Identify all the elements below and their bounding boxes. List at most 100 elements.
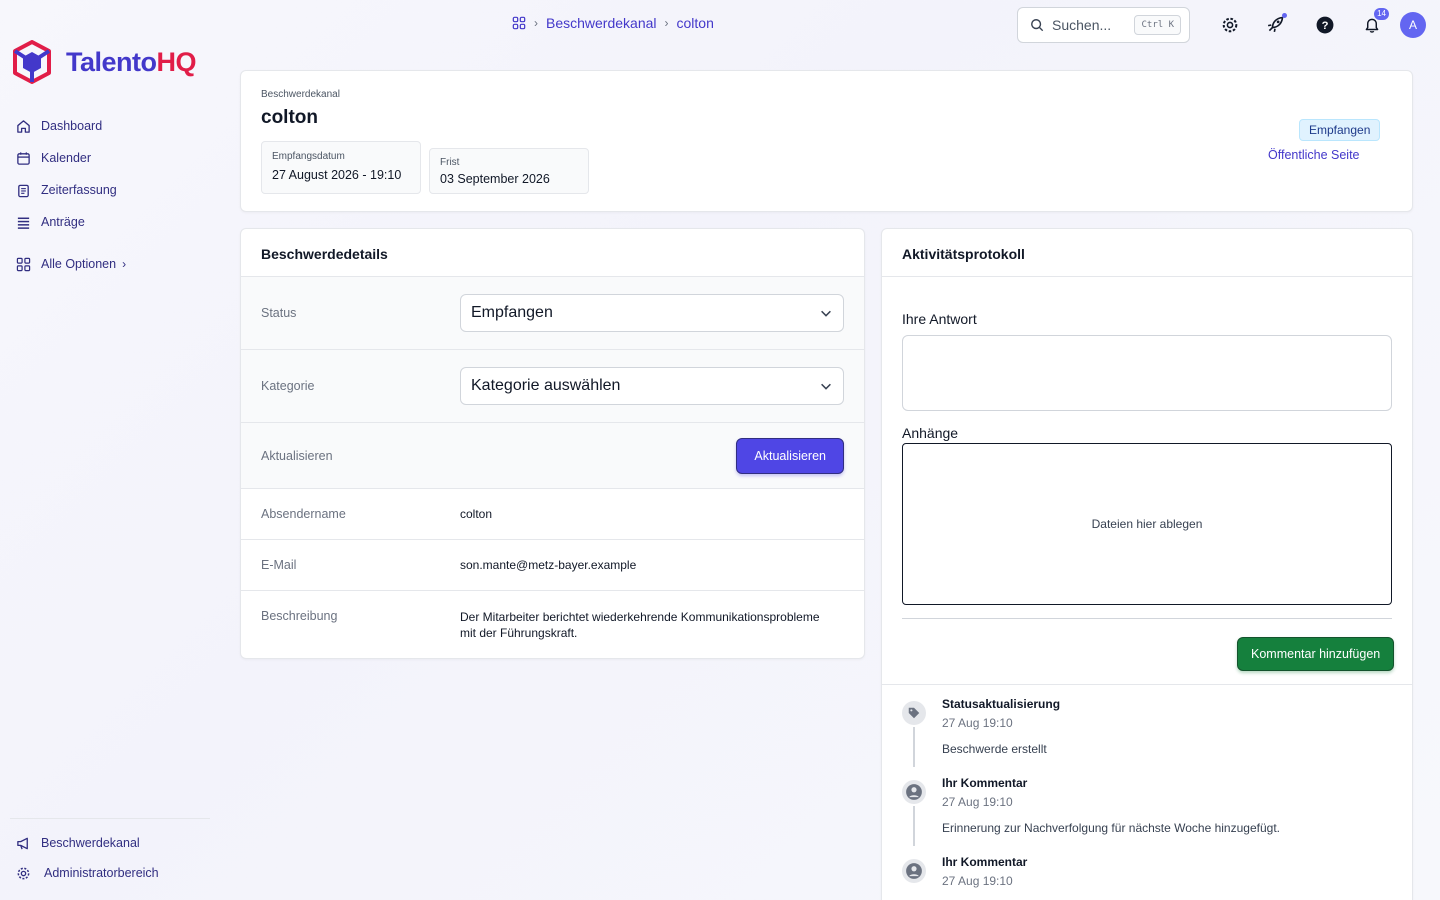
all-options-section: Alle Optionen › (16, 248, 126, 280)
answer-label: Ihre Antwort (902, 311, 977, 327)
chevron-down-icon (821, 383, 831, 390)
complaint-details-card: Beschwerdedetails Status Empfangen Kateg… (240, 228, 865, 659)
attachments-label: Anhänge (902, 425, 959, 441)
search-placeholder: Suchen... (1052, 17, 1112, 33)
dropzone-text: Dateien hier ablegen (1091, 517, 1203, 531)
timeline-title: Ihr Kommentar (942, 855, 1028, 869)
update-row: Aktualisieren Aktualisieren (241, 423, 864, 489)
activity-heading: Aktivitätsprotokoll (882, 229, 1412, 277)
chevron-right-icon: › (664, 16, 669, 30)
sender-value: colton (460, 507, 493, 521)
sidebar-item-label: Zeiterfassung (41, 183, 117, 197)
rocket-icon (1267, 16, 1284, 33)
timeline-item: Statusaktualisierung 27 Aug 19:10 Beschw… (902, 697, 1392, 776)
sender-label: Absendername (261, 507, 346, 521)
clipboard-icon (18, 184, 29, 197)
timeline-connector (913, 727, 915, 767)
chevron-down-icon (821, 310, 831, 317)
breadcrumb-item[interactable]: colton (677, 15, 714, 31)
gear-icon (17, 867, 30, 879)
notifications-button[interactable]: 14 (1361, 8, 1389, 36)
answer-textarea[interactable] (902, 335, 1392, 411)
category-select[interactable]: Kategorie auswählen (460, 367, 844, 405)
svg-text:?: ? (1322, 20, 1329, 32)
search-icon (1031, 19, 1044, 32)
status-row: Status Empfangen (241, 277, 864, 350)
timeline-time: 27 Aug 19:10 (942, 874, 1013, 888)
sidebar-item-label: Dashboard (41, 119, 103, 133)
notification-count-badge: 14 (1374, 8, 1389, 20)
description-value: Der Mitarbeiter berichtet wiederkehrende… (460, 610, 820, 640)
activity-divider (882, 684, 1412, 685)
breadcrumb-item[interactable]: Beschwerdekanal (546, 15, 657, 31)
chevron-right-icon: › (534, 16, 538, 30)
logo-cube-icon (13, 40, 51, 84)
search-input[interactable]: Suchen... Ctrl K (1017, 7, 1190, 43)
public-page-link[interactable]: Öffentliche Seite (1268, 148, 1360, 162)
received-date-label: Empfangsdatum (272, 151, 345, 162)
details-heading: Beschwerdedetails (241, 229, 864, 277)
status-select-value: Empfangen (471, 304, 553, 321)
channel-label: Beschwerdekanal (261, 89, 340, 100)
rocket-button[interactable] (1264, 13, 1287, 36)
update-button[interactable]: Aktualisieren (736, 437, 844, 474)
received-date-value: 27 August 2026 - 19:10 (272, 168, 402, 182)
logo[interactable]: TalentoHQ (12, 40, 196, 84)
deadline-label: Frist (440, 157, 460, 168)
timeline-time: 27 Aug 19:10 (942, 795, 1013, 809)
sidebar-item-label: Administratorbereich (44, 866, 159, 880)
megaphone-icon (17, 837, 28, 849)
grid-icon (16, 257, 31, 271)
settings-button[interactable] (1219, 14, 1241, 36)
timeline-title: Statusaktualisierung (942, 697, 1061, 711)
sidebar-item-antraege[interactable]: Anträge (16, 206, 117, 238)
sidebar-item-label: Beschwerdekanal (41, 836, 140, 850)
keyboard-shortcut: Ctrl K (1134, 15, 1181, 35)
deadline-box: Frist 03 September 2026 (429, 148, 589, 194)
list-icon (17, 217, 30, 229)
page-title: colton (261, 107, 318, 128)
received-date-box: Empfangsdatum 27 August 2026 - 19:10 (261, 141, 421, 194)
category-row: Kategorie Kategorie auswählen (241, 350, 864, 423)
tag-icon (902, 701, 926, 725)
gear-icon (1222, 17, 1238, 33)
grid-icon[interactable] (512, 16, 526, 30)
status-badge: Empfangen (1299, 119, 1381, 141)
logo-text: TalentoHQ (66, 46, 196, 77)
calendar-icon (17, 151, 30, 165)
update-label: Aktualisieren (261, 448, 333, 463)
email-row: E-Mail son.mante@metz-bayer.example (241, 540, 864, 591)
sidebar-item-zeiterfassung[interactable]: Zeiterfassung (16, 174, 117, 206)
breadcrumb: › Beschwerdekanal › colton (512, 15, 714, 31)
description-label: Beschreibung (261, 609, 338, 623)
sender-row: Absendername colton (241, 489, 864, 540)
sidebar: TalentoHQ Dashboard Kalender Zeiterfassu… (0, 0, 220, 900)
sidebar-item-beschwerdekanal[interactable]: Beschwerdekanal (16, 828, 159, 858)
timeline-connector (913, 806, 915, 846)
description-row: Beschreibung Der Mitarbeiter berichtet w… (241, 591, 864, 658)
help-icon: ? (1316, 16, 1334, 34)
activity-log-card: Aktivitätsprotokoll Ihre Antwort Anhänge… (881, 228, 1413, 900)
avatar[interactable]: A (1400, 12, 1426, 38)
sidebar-bottom-nav: Beschwerdekanal Administratorbereich (16, 828, 159, 888)
all-options-link[interactable]: Alle Optionen › (16, 248, 126, 280)
sidebar-item-dashboard[interactable]: Dashboard (16, 110, 117, 142)
chevron-right-icon: › (122, 257, 127, 271)
timeline-title: Ihr Kommentar (942, 776, 1028, 790)
email-value: son.mante@metz-bayer.example (460, 558, 637, 572)
status-select[interactable]: Empfangen (460, 294, 844, 332)
user-icon (902, 780, 926, 804)
timeline-item: Ihr Kommentar 27 Aug 19:10 (902, 855, 1392, 900)
sidebar-item-administratorbereich[interactable]: Administratorbereich (16, 858, 159, 888)
timeline-item: Ihr Kommentar 27 Aug 19:10 Erinnerung zu… (902, 776, 1392, 855)
add-comment-button[interactable]: Kommentar hinzufügen (1237, 637, 1395, 671)
file-dropzone[interactable]: Dateien hier ablegen (902, 443, 1392, 605)
timeline-time: 27 Aug 19:10 (942, 716, 1013, 730)
email-label: E-Mail (261, 558, 297, 572)
sidebar-item-kalender[interactable]: Kalender (16, 142, 117, 174)
form-divider (902, 618, 1392, 619)
timeline-text: Beschwerde erstellt (942, 742, 1047, 756)
sidebar-divider (10, 818, 210, 819)
complaint-header-card: Beschwerdekanal colton Empfangsdatum 27 … (240, 70, 1413, 212)
help-button[interactable]: ? (1314, 14, 1336, 36)
